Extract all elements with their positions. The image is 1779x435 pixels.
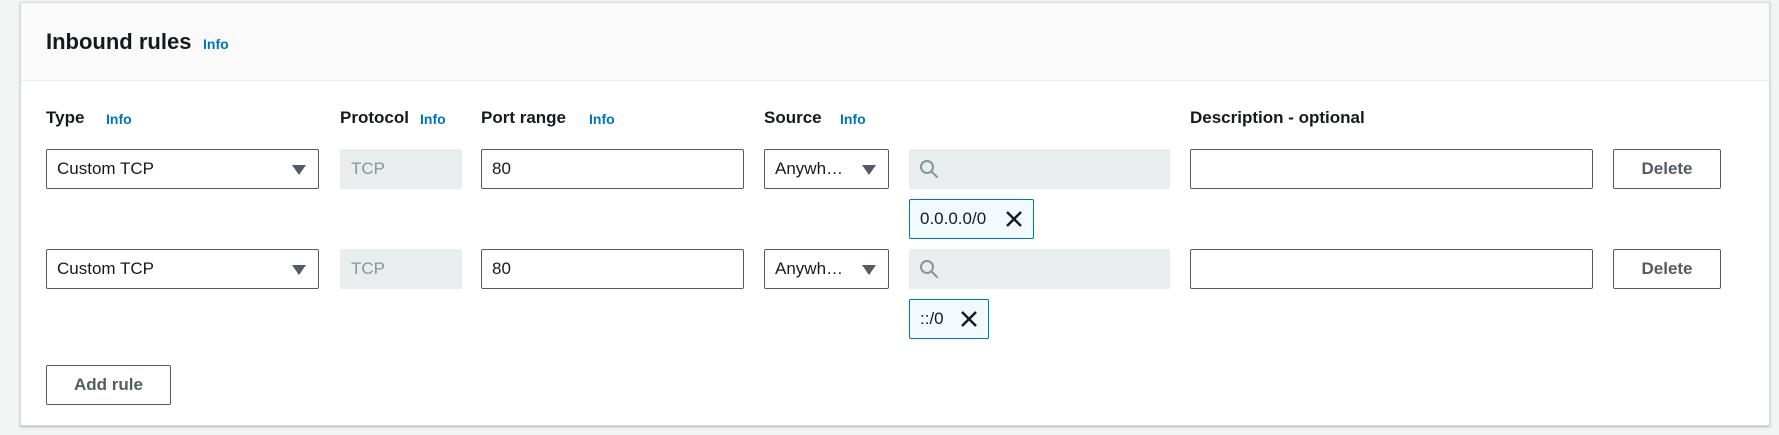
type-column-label: Type <box>46 108 85 127</box>
source-select-value: Anywh… <box>775 259 844 278</box>
panel-title: Inbound rules <box>46 29 192 54</box>
add-rule-button[interactable]: Add rule <box>46 365 171 405</box>
port-range-info-link[interactable]: Info <box>589 111 615 127</box>
protocol-value: TCP <box>351 159 385 178</box>
port-range-column-label: Port range <box>481 108 567 127</box>
type-select[interactable]: Custom TCP <box>46 249 319 289</box>
source-column-label: Source <box>764 108 822 127</box>
source-search-input[interactable] <box>909 249 1170 289</box>
description-column-label: Description - optional <box>1190 108 1365 127</box>
close-icon[interactable] <box>960 310 978 328</box>
protocol-field: TCP <box>340 149 462 189</box>
source-search-input[interactable] <box>909 149 1170 189</box>
caret-down-icon <box>292 165 306 175</box>
search-icon <box>920 260 938 278</box>
port-range-value: 80 <box>492 259 511 278</box>
caret-down-icon <box>292 265 306 275</box>
protocol-value: TCP <box>351 259 385 278</box>
search-icon <box>920 160 938 178</box>
port-range-value: 80 <box>492 159 511 178</box>
source-select-value: Anywh… <box>775 159 844 178</box>
source-token: ::/0 <box>909 299 989 339</box>
delete-rule-button[interactable]: Delete <box>1613 149 1721 189</box>
protocol-field: TCP <box>340 249 462 289</box>
type-select-value: Custom TCP <box>57 159 154 178</box>
type-select[interactable]: Custom TCP <box>46 149 319 189</box>
source-select[interactable]: Anywh… <box>764 249 889 289</box>
description-input[interactable] <box>1190 149 1593 189</box>
source-info-link[interactable]: Info <box>840 111 866 127</box>
inbound-rules-panel: Inbound rules Info Type Info Protocol In… <box>20 2 1770 426</box>
caret-down-icon <box>862 265 876 275</box>
panel-header: Inbound rules Info <box>21 3 1769 81</box>
port-range-input[interactable]: 80 <box>481 149 744 189</box>
caret-down-icon <box>862 165 876 175</box>
source-token: 0.0.0.0/0 <box>909 199 1034 239</box>
protocol-column-label: Protocol <box>340 108 409 127</box>
source-select[interactable]: Anywh… <box>764 149 889 189</box>
description-input[interactable] <box>1190 249 1593 289</box>
port-range-input[interactable]: 80 <box>481 249 744 289</box>
delete-rule-button[interactable]: Delete <box>1613 249 1721 289</box>
protocol-info-link[interactable]: Info <box>420 111 446 127</box>
source-token-label: ::/0 <box>920 309 944 328</box>
header-info-link[interactable]: Info <box>203 36 229 52</box>
source-token-label: 0.0.0.0/0 <box>920 209 987 228</box>
close-icon[interactable] <box>1005 210 1023 228</box>
type-select-value: Custom TCP <box>57 259 154 278</box>
type-info-link[interactable]: Info <box>106 111 132 127</box>
